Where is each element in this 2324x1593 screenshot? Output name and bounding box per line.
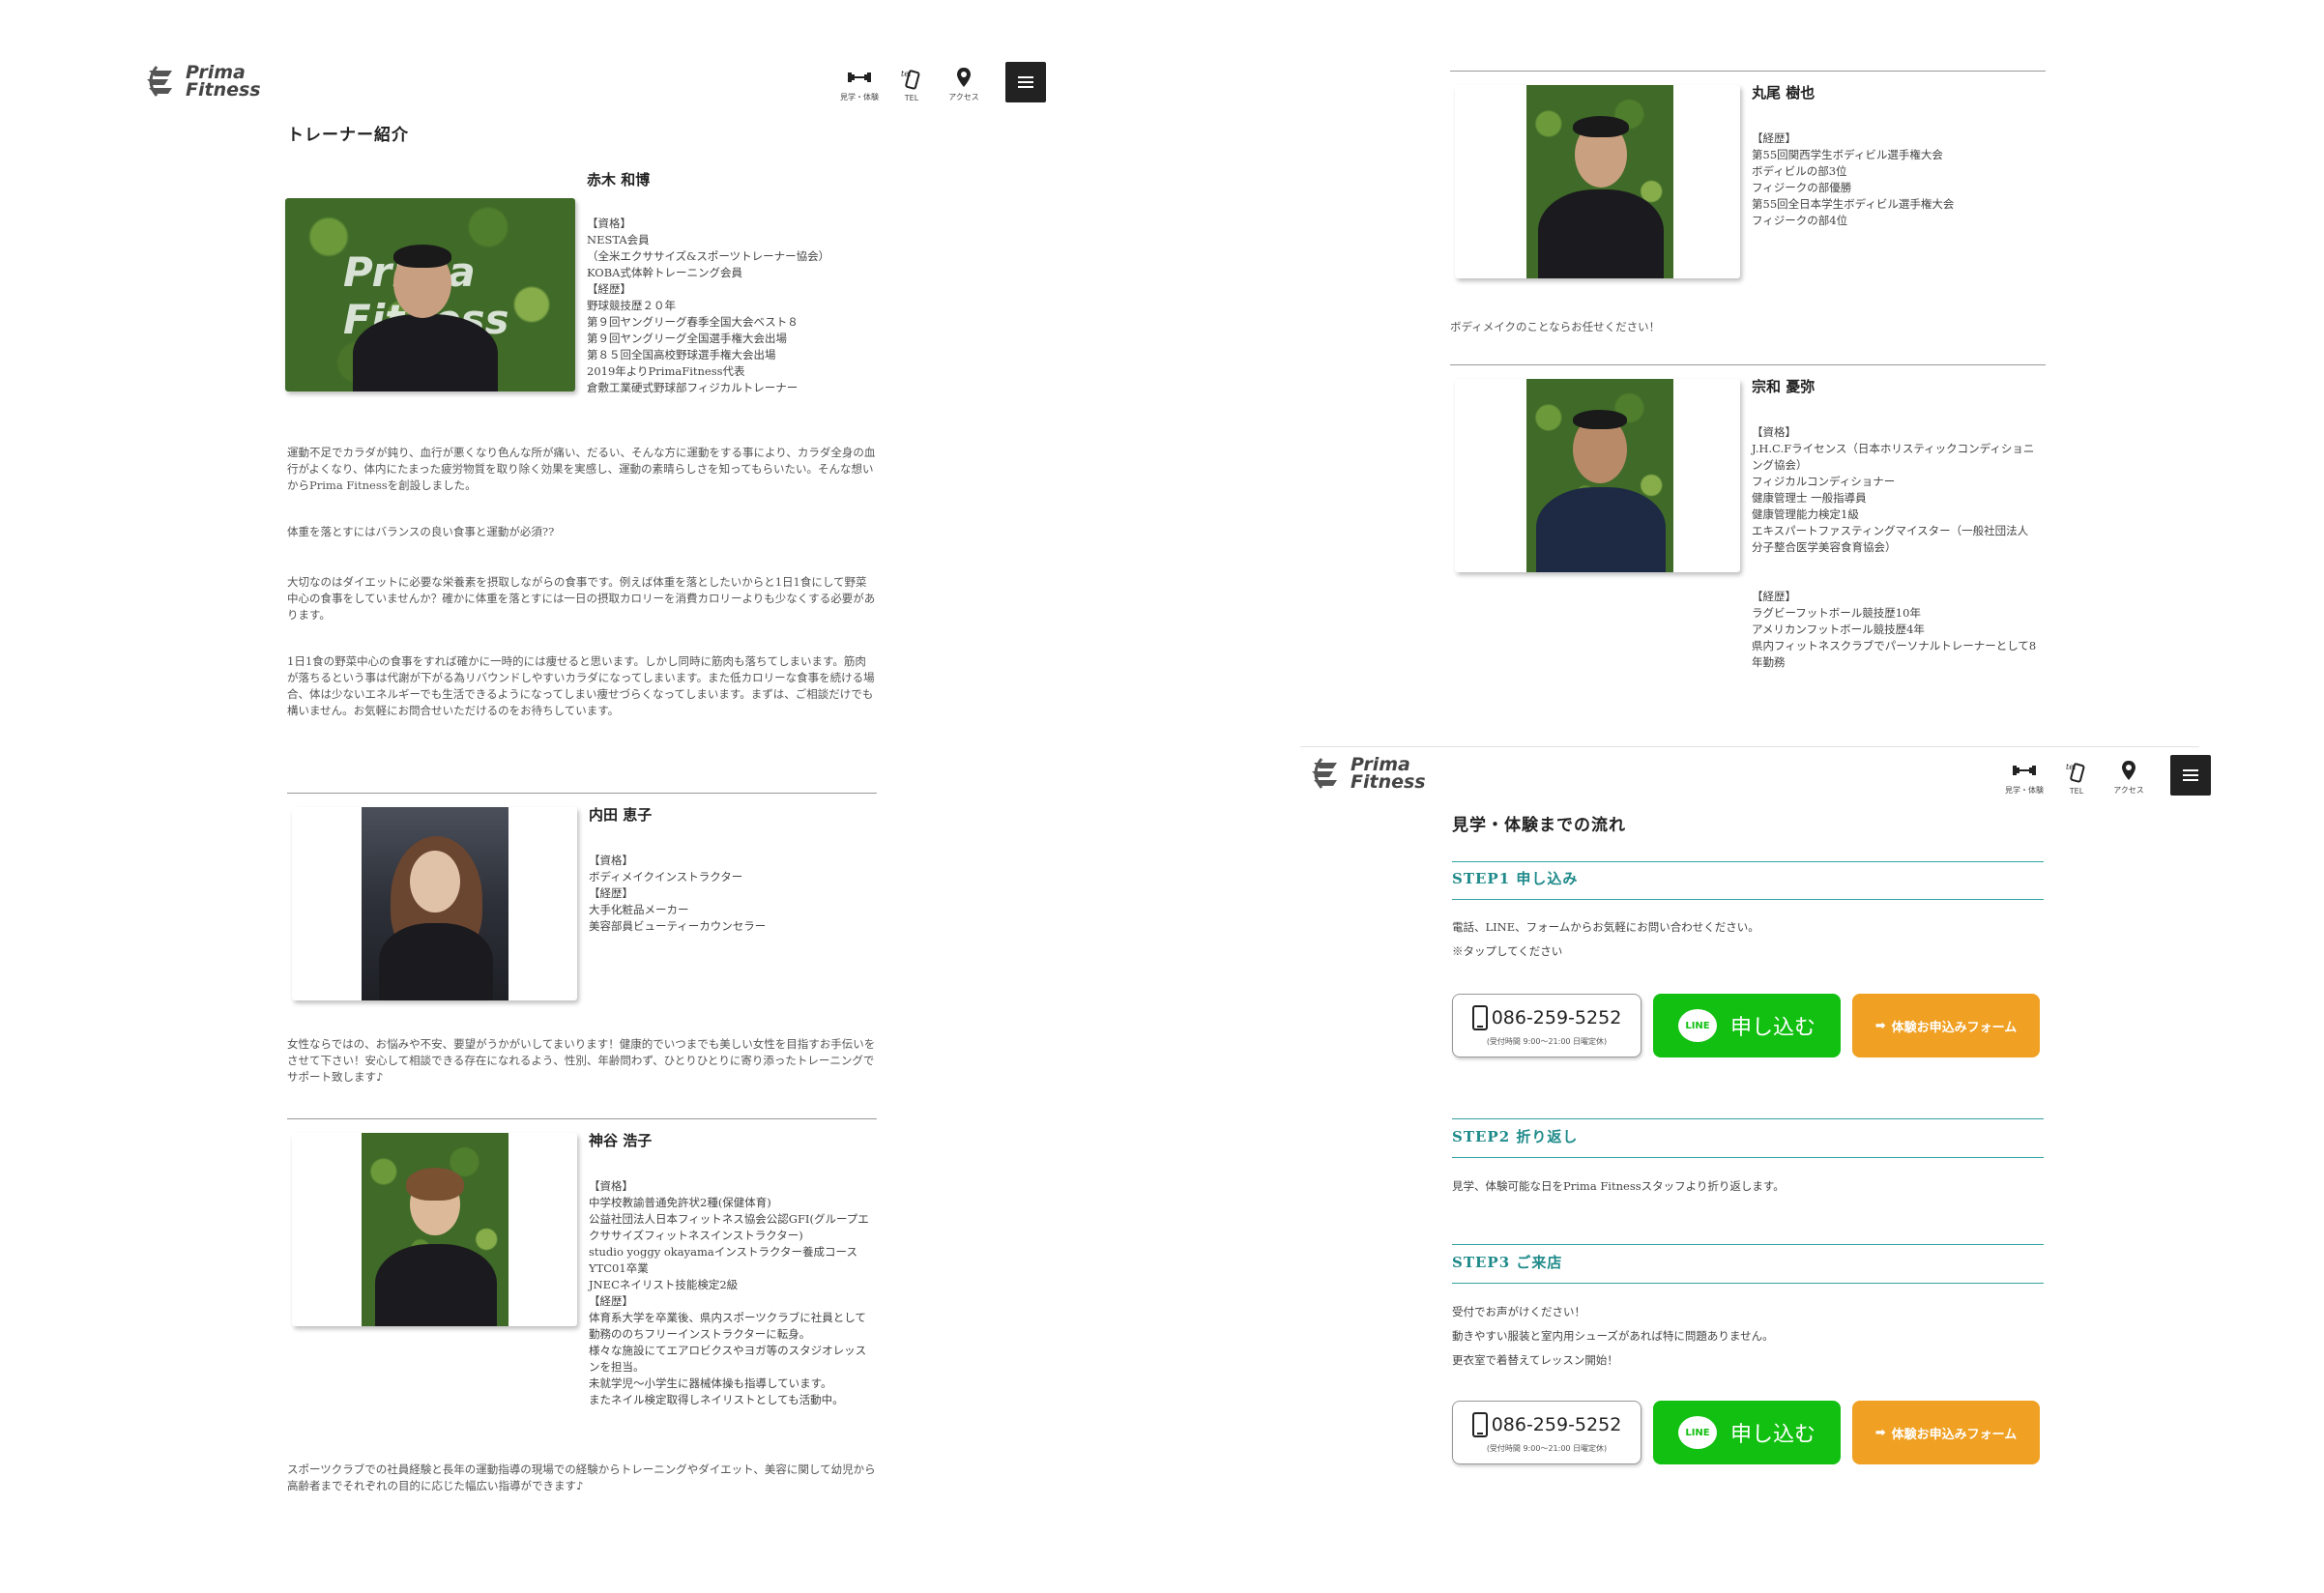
divider (1450, 364, 2046, 365)
trainer-photo (292, 807, 577, 1000)
trainer-info: 【資格】 中学校教諭普通免許状2種(保健体育) 公益社団法人日本フィットネス協会… (589, 1179, 869, 1406)
trainer-name: 丸尾 樹也 (1752, 84, 1816, 101)
logo-mark-icon (1312, 758, 1337, 789)
trainer-name: 宗和 憂弥 (1752, 378, 1816, 395)
step-rule (1452, 899, 2044, 900)
mobile-phone-icon (1471, 1004, 1488, 1030)
nav-access[interactable]: アクセス (944, 66, 984, 102)
trainer-paragraph: 体重を落とすにはバランスの良い食事と運動が必須?? (287, 525, 555, 538)
dumbbell-icon (2013, 766, 2036, 775)
step-title: STEP3 ご来店 (1452, 1254, 1563, 1271)
trainer-paragraph: ボディメイクのことならお任せください！ (1450, 320, 1661, 333)
trainer-name: 神谷 浩子 (589, 1132, 653, 1149)
nav-visit[interactable]: 見学・体験 (839, 66, 880, 102)
trainer-paragraph: スポーツクラブでの社員経験と長年の運動指導の現場での経験からトレーニングやダイエ… (287, 1463, 876, 1492)
page-title: 見学・体験までの流れ (1452, 816, 1626, 835)
step-rule (1452, 861, 2044, 862)
menu-button[interactable] (2170, 755, 2211, 796)
contact-buttons: 086-259-5252 (受付時間 9:00〜21:00 日曜定休) LINE… (1452, 994, 2040, 1057)
line-logo-icon: LINE (1677, 1416, 1717, 1449)
trainer-photo (292, 1133, 577, 1326)
trainer-paragraph: 1日1食の野菜中心の食事をすれば確かに一時的には痩せると思います。しかし同時に筋… (287, 654, 875, 717)
trainer-history: 【経歴】 ラグビーフットボール競技歴10年 アメリカンフットボール競技歴4年 県… (1752, 590, 2037, 669)
header-nav: 見学・体験 tel TEL アクセス (2004, 755, 2211, 796)
phone-icon: tel (901, 70, 920, 90)
brand-name: Prima Fitness (1351, 754, 1426, 793)
svg-text:tel: tel (901, 70, 912, 78)
step-text: 見学、体験可能な日をPrima Fitnessスタッフより折り返します。 (1452, 1179, 1785, 1193)
trainer-photo: Prima Fitness (285, 198, 575, 391)
phone-icon: tel (2066, 763, 2085, 783)
nav-tel[interactable]: tel TEL (2056, 761, 2097, 796)
trainer-info: 【資格】 ボディメイクインストラクター 【経歴】 大手化粧品メーカー 美容部員ビ… (589, 854, 767, 933)
hamburger-icon (2183, 769, 2198, 771)
step-title: STEP1 申し込み (1452, 870, 1579, 887)
nav-access[interactable]: アクセス (2108, 759, 2149, 796)
brand-name: Prima Fitness (186, 62, 261, 101)
trial-form-button[interactable]: ➡ 体験お申込みフォーム (1852, 1401, 2040, 1464)
map-pin-icon (2122, 761, 2135, 780)
trainer-info: 【資格】 J.H.C.Fライセンス（日本ホリスティックコンディショニング協会） … (1752, 425, 2035, 554)
trainer-info: 【経歴】 第55回関西学生ボディビル選手権大会 ボディビルの部3位 フィジークの… (1752, 131, 1955, 227)
brand-logo[interactable]: Prima Fitness (1308, 755, 1426, 792)
trainer-paragraph: 大切なのはダイエットに必要な栄養素を摂取しながらの食事です。例えば体重を落とした… (287, 575, 876, 622)
contact-buttons: 086-259-5252 (受付時間 9:00〜21:00 日曜定休) LINE… (1452, 1401, 2040, 1464)
trainer-photo (1455, 379, 1740, 572)
svg-text:tel: tel (2066, 763, 2077, 771)
arrow-right-icon: ➡ (1874, 1018, 1886, 1033)
header-nav: 見学・体験 tel TEL アクセス (839, 62, 1046, 102)
divider (1450, 71, 2046, 72)
trainers-panel-continued: 丸尾 樹也 【経歴】 第55回関西学生ボディビル選手権大会 ボディビルの部3位 … (1450, 53, 2049, 730)
page-title: トレーナー紹介 (287, 126, 409, 145)
trainer-name: 赤木 和博 (587, 171, 651, 188)
trial-form-button[interactable]: ➡ 体験お申込みフォーム (1852, 994, 2040, 1057)
trainer-paragraph: 運動不足でカラダが鈍り、血行が悪くなり色んな所が痛い、だるい、そんな方に運動をす… (287, 446, 876, 492)
nav-tel[interactable]: tel TEL (891, 68, 932, 102)
line-apply-button[interactable]: LINE 申し込む (1653, 1401, 1841, 1464)
mobile-phone-icon (1471, 1411, 1488, 1437)
arrow-right-icon: ➡ (1874, 1425, 1886, 1440)
line-logo-icon: LINE (1677, 1009, 1717, 1042)
divider (287, 1118, 877, 1119)
step-text: 電話、LINE、フォームからお気軽にお問い合わせください。 ※タップしてください (1452, 920, 1759, 958)
map-pin-icon (957, 68, 971, 87)
step-rule (1452, 1283, 2044, 1284)
nav-visit[interactable]: 見学・体験 (2004, 759, 2045, 796)
step-rule (1452, 1157, 2044, 1158)
tel-button[interactable]: 086-259-5252 (受付時間 9:00〜21:00 日曜定休) (1452, 994, 1641, 1057)
trainers-panel: Prima Fitness 見学・体験 tel TEL アクセス トレーナー紹介… (135, 53, 1046, 1547)
trainer-photo (1455, 85, 1740, 278)
tel-button[interactable]: 086-259-5252 (受付時間 9:00〜21:00 日曜定休) (1452, 1401, 1641, 1464)
trainer-name: 内田 恵子 (589, 806, 653, 824)
menu-button[interactable] (1005, 62, 1046, 102)
logo-mark-icon (147, 66, 172, 97)
step-rule (1452, 1118, 2044, 1119)
divider (287, 793, 877, 794)
trainer-info: 【資格】 NESTA会員 （全米エクササイズ&スポーツトレーナー協会） KOBA… (587, 217, 830, 394)
flow-panel: Prima Fitness 見学・体験 tel TEL アクセス 見学・体験まで… (1300, 746, 2211, 1520)
dumbbell-icon (848, 72, 871, 82)
brand-logo[interactable]: Prima Fitness (143, 63, 261, 100)
step-text: 受付でお声がけください！ 動きやすい服装と室内用シューズがあれば特に問題ありませ… (1452, 1305, 1774, 1367)
trainer-paragraph: 女性ならではの、お悩みや不安、要望がうかがいしてまいります！健康的でいつまでも美… (287, 1037, 876, 1084)
step-title: STEP2 折り返し (1452, 1128, 1579, 1145)
line-apply-button[interactable]: LINE 申し込む (1653, 994, 1841, 1057)
hamburger-icon (1018, 76, 1033, 78)
step-rule (1452, 1244, 2044, 1245)
